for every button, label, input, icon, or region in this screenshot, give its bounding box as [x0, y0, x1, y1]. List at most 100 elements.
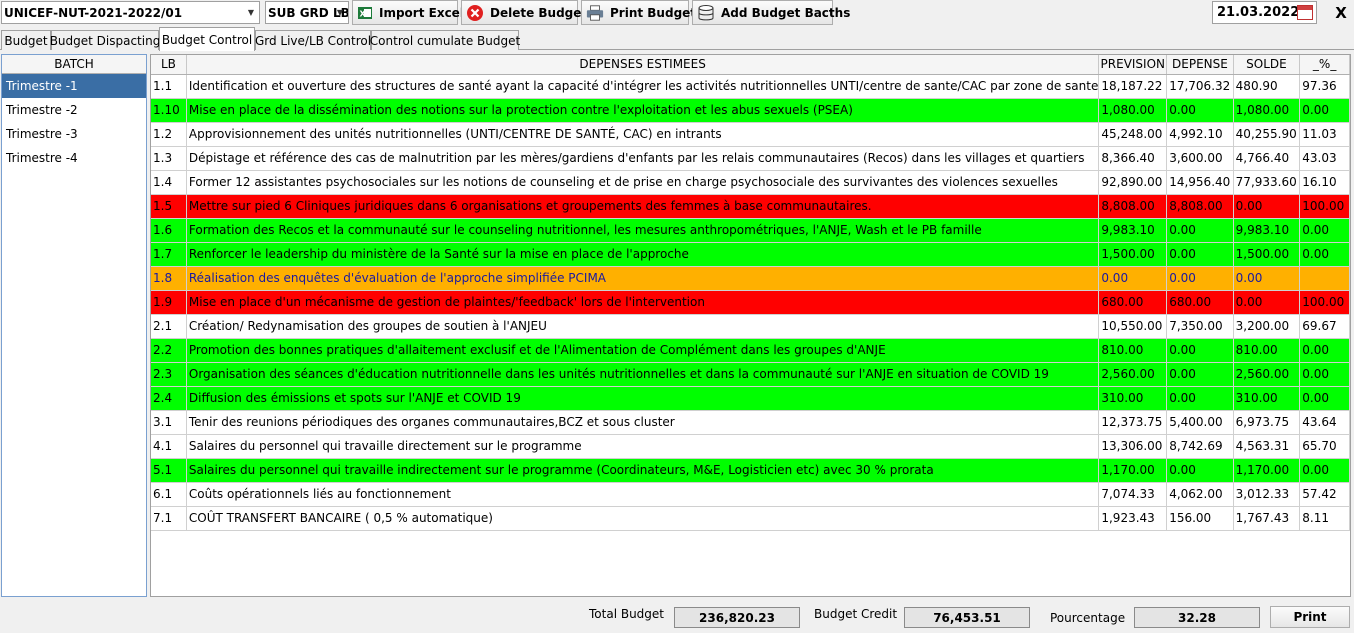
cell-solde[interactable]: 0.00: [1233, 290, 1301, 315]
cell-description[interactable]: Former 12 assistantes psychosociales sur…: [186, 170, 1100, 195]
cell-percent[interactable]: 0.00: [1299, 362, 1350, 387]
cell-percent[interactable]: 69.67: [1299, 314, 1350, 339]
cell-depense[interactable]: 0.00: [1166, 218, 1234, 243]
cell-solde[interactable]: 4,563.31: [1233, 434, 1301, 459]
cell-lb[interactable]: 1.3: [151, 146, 187, 171]
cell-prevision[interactable]: 1,080.00: [1098, 98, 1168, 123]
cell-percent[interactable]: 0.00: [1299, 338, 1350, 363]
cell-solde[interactable]: 0.00: [1233, 266, 1301, 291]
cell-lb[interactable]: 1.6: [151, 218, 187, 243]
cell-percent[interactable]: 57.42: [1299, 482, 1350, 507]
cell-description[interactable]: Approvisionnement des unités nutritionne…: [186, 122, 1100, 147]
cell-description[interactable]: Mise en place de la dissémination des no…: [186, 98, 1100, 123]
cell-solde[interactable]: 1,080.00: [1233, 98, 1301, 123]
table-row[interactable]: 1.1 Identification et ouverture des struc…: [151, 74, 1350, 99]
cell-solde[interactable]: 1,767.43: [1233, 506, 1301, 531]
cell-depense[interactable]: 7,350.00: [1166, 314, 1234, 339]
cell-percent[interactable]: 100.00: [1299, 290, 1350, 315]
column-header-depenses-estimees[interactable]: DEPENSES ESTIMEES: [186, 55, 1100, 75]
cell-percent[interactable]: 0.00: [1299, 386, 1350, 411]
table-row[interactable]: 1.8 Réalisation des enquêtes d'évaluation…: [151, 266, 1350, 291]
table-row[interactable]: 1.4 Former 12 assistantes psychosociales …: [151, 170, 1350, 195]
cell-solde[interactable]: 4,766.40: [1233, 146, 1301, 171]
cell-description[interactable]: Diffusion des émissions et spots sur l'A…: [186, 386, 1100, 411]
column-header-prevision[interactable]: PREVISION: [1098, 55, 1168, 75]
cell-description[interactable]: Tenir des reunions périodiques des organ…: [186, 410, 1100, 435]
cell-percent[interactable]: 100.00: [1299, 194, 1350, 219]
cell-description[interactable]: Mettre sur pied 6 Cliniques juridiques d…: [186, 194, 1100, 219]
cell-depense[interactable]: 156.00: [1166, 506, 1234, 531]
cell-lb[interactable]: 1.9: [151, 290, 187, 315]
cell-lb[interactable]: 5.1: [151, 458, 187, 483]
cell-prevision[interactable]: 310.00: [1098, 386, 1168, 411]
add-budget-batchs-button[interactable]: Add Budget Bacths: [692, 0, 850, 25]
close-button[interactable]: X: [1332, 3, 1350, 23]
tab-budget-control[interactable]: Budget Control: [159, 27, 255, 51]
cell-lb[interactable]: 2.3: [151, 362, 187, 387]
cell-prevision[interactable]: 2,560.00: [1098, 362, 1168, 387]
table-row[interactable]: 1.3 Dépistage et référence des cas de mal…: [151, 146, 1350, 171]
cell-percent[interactable]: 0.00: [1299, 242, 1350, 267]
cell-lb[interactable]: 7.1: [151, 506, 187, 531]
date-picker[interactable]: 21.03.2022: [1212, 1, 1317, 24]
cell-solde[interactable]: 9,983.10: [1233, 218, 1301, 243]
table-row[interactable]: 1.10 Mise en place de la dissémination de…: [151, 98, 1350, 123]
cell-solde[interactable]: 1,170.00: [1233, 458, 1301, 483]
cell-depense[interactable]: 0.00: [1166, 98, 1234, 123]
cell-lb[interactable]: 1.2: [151, 122, 187, 147]
project-select[interactable]: UNICEF-NUT-2021-2022/01 ▼: [1, 1, 260, 24]
table-row[interactable]: 3.1 Tenir des reunions périodiques des or…: [151, 410, 1350, 435]
cell-depense[interactable]: 0.00: [1166, 458, 1234, 483]
cell-percent[interactable]: 11.03: [1299, 122, 1350, 147]
table-row[interactable]: 6.1 Coûts opérationnels liés au fonctionn…: [151, 482, 1350, 507]
cell-lb[interactable]: 1.8: [151, 266, 187, 291]
cell-lb[interactable]: 1.1: [151, 74, 187, 99]
cell-prevision[interactable]: 7,074.33: [1098, 482, 1168, 507]
cell-solde[interactable]: 480.90: [1233, 74, 1301, 99]
chevron-down-icon[interactable]: ▼: [243, 2, 259, 23]
cell-prevision[interactable]: 1,500.00: [1098, 242, 1168, 267]
cell-depense[interactable]: 8,808.00: [1166, 194, 1234, 219]
tab-control-cumulate-budget[interactable]: Control cumulate Budget: [370, 30, 520, 50]
cell-description[interactable]: COÛT TRANSFERT BANCAIRE ( 0,5 % automati…: [186, 506, 1100, 531]
cell-prevision[interactable]: 1,170.00: [1098, 458, 1168, 483]
cell-lb[interactable]: 2.2: [151, 338, 187, 363]
cell-depense[interactable]: 4,992.10: [1166, 122, 1234, 147]
cell-depense[interactable]: 680.00: [1166, 290, 1234, 315]
cell-depense[interactable]: 17,706.32: [1166, 74, 1234, 99]
print-budget-button[interactable]: Print Budget: [581, 0, 696, 25]
cell-solde[interactable]: 6,973.75: [1233, 410, 1301, 435]
cell-solde[interactable]: 3,200.00: [1233, 314, 1301, 339]
cell-prevision[interactable]: 8,808.00: [1098, 194, 1168, 219]
cell-depense[interactable]: 0.00: [1166, 386, 1234, 411]
tab-budget-dispacting[interactable]: Budget Dispacting: [50, 30, 160, 50]
cell-solde[interactable]: 40,255.90: [1233, 122, 1301, 147]
cell-prevision[interactable]: 1,923.43: [1098, 506, 1168, 531]
table-row[interactable]: 2.3 Organisation des séances d'éducation …: [151, 362, 1350, 387]
table-row[interactable]: 1.5 Mettre sur pied 6 Cliniques juridique…: [151, 194, 1350, 219]
cell-solde[interactable]: 1,500.00: [1233, 242, 1301, 267]
table-row[interactable]: 5.1 Salaires du personnel qui travaille i…: [151, 458, 1350, 483]
cell-depense[interactable]: 0.00: [1166, 362, 1234, 387]
cell-depense[interactable]: 0.00: [1166, 266, 1234, 291]
calendar-icon[interactable]: [1297, 5, 1313, 20]
batch-item-trimestre-3[interactable]: Trimestre -3: [2, 122, 146, 146]
cell-description[interactable]: Organisation des séances d'éducation nut…: [186, 362, 1100, 387]
import-excel-button[interactable]: X Import Excel: [352, 0, 464, 25]
cell-prevision[interactable]: 810.00: [1098, 338, 1168, 363]
cell-lb[interactable]: 6.1: [151, 482, 187, 507]
delete-budget-button[interactable]: Delete Budget: [461, 0, 587, 25]
cell-prevision[interactable]: 8,366.40: [1098, 146, 1168, 171]
cell-description[interactable]: Identification et ouverture des structur…: [186, 74, 1100, 99]
cell-prevision[interactable]: 12,373.75: [1098, 410, 1168, 435]
cell-percent[interactable]: [1299, 266, 1350, 291]
cell-prevision[interactable]: 9,983.10: [1098, 218, 1168, 243]
table-row[interactable]: 2.2 Promotion des bonnes pratiques d'alla…: [151, 338, 1350, 363]
cell-depense[interactable]: 14,956.40: [1166, 170, 1234, 195]
cell-description[interactable]: Promotion des bonnes pratiques d'allaite…: [186, 338, 1100, 363]
batch-item-trimestre-1[interactable]: Trimestre -1: [2, 74, 146, 98]
tab-grd-live-lb-control[interactable]: Grd Live/LB Control: [255, 30, 371, 50]
cell-solde[interactable]: 77,933.60: [1233, 170, 1301, 195]
column-header-lb[interactable]: LB: [151, 55, 187, 75]
table-row[interactable]: 4.1 Salaires du personnel qui travaille d…: [151, 434, 1350, 459]
